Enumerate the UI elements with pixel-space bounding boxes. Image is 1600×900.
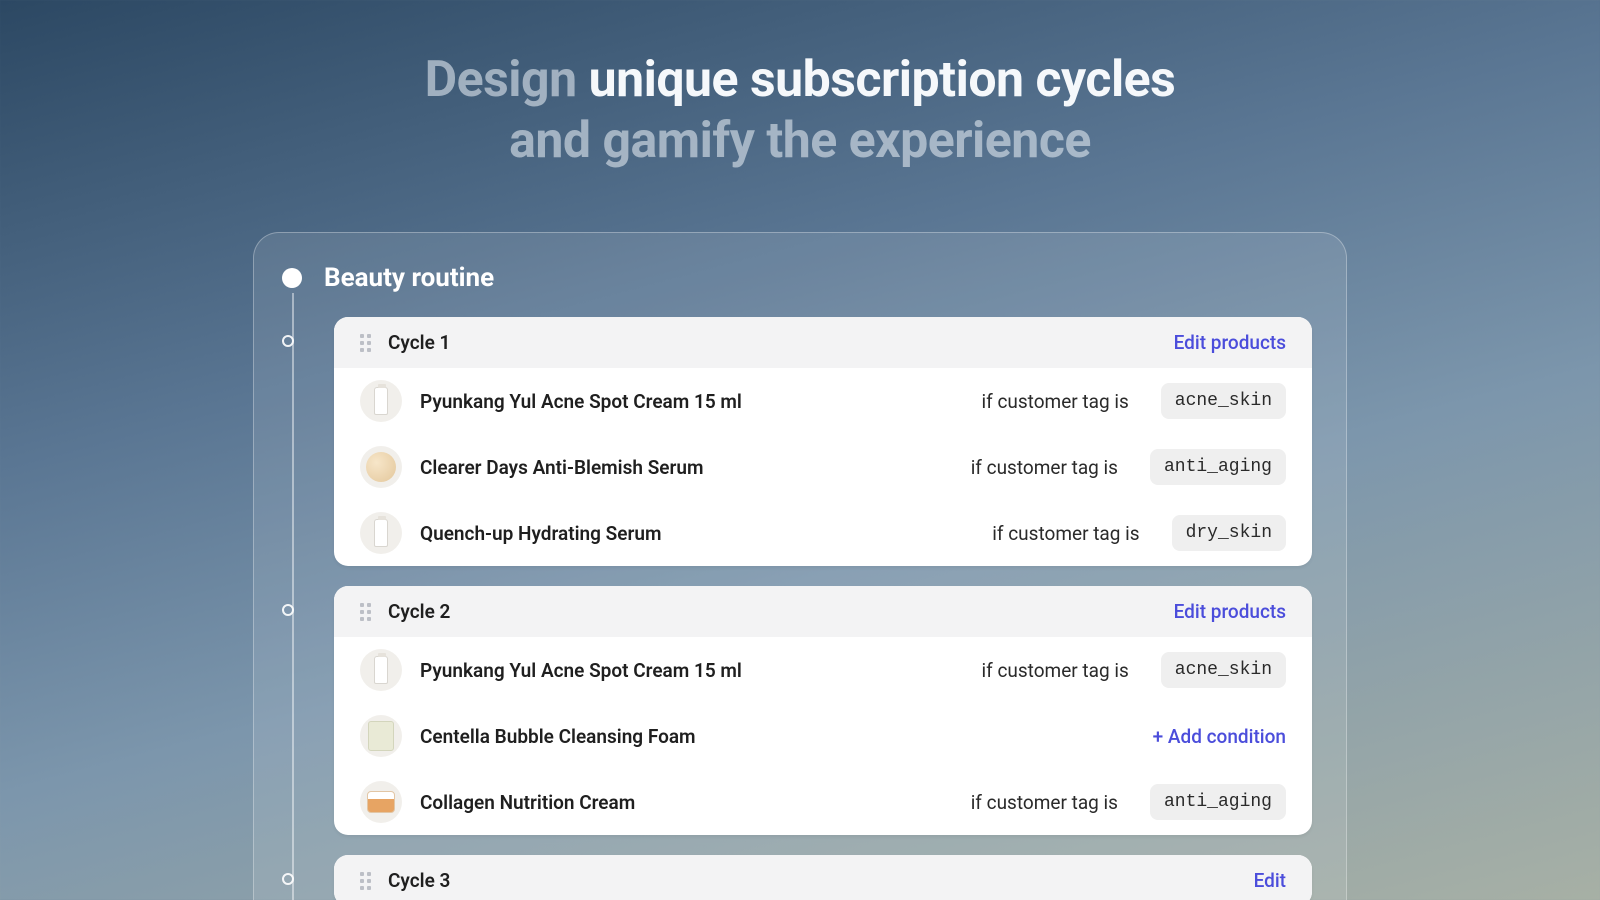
- customer-tag-chip: anti_aging: [1150, 449, 1286, 485]
- hero: Design unique subscription cycles and ga…: [0, 0, 1600, 202]
- product-thumbnail: [360, 715, 402, 757]
- cycle-card: Cycle 1 Edit products Pyunkang Yul Acne Sp…: [334, 317, 1312, 566]
- cycle-header: Cycle 1 Edit products: [334, 317, 1312, 368]
- timeline-line: [292, 293, 294, 900]
- condition-label: if customer tag is: [971, 456, 1118, 479]
- timeline-dot: [282, 604, 294, 616]
- product-thumbnail: [360, 512, 402, 554]
- condition-label: if customer tag is: [982, 390, 1129, 413]
- cycle: Cycle 3 Edit: [334, 855, 1312, 900]
- routine-title: Beauty routine: [324, 263, 494, 293]
- condition-label: if customer tag is: [982, 659, 1129, 682]
- cycle: Cycle 1 Edit products Pyunkang Yul Acne Sp…: [334, 317, 1312, 566]
- add-condition-link[interactable]: + Add condition: [1153, 725, 1286, 748]
- cycle-header: Cycle 3 Edit: [334, 855, 1312, 900]
- edit-products-link[interactable]: Edit: [1254, 869, 1286, 892]
- hero-title: Design unique subscription cycles and ga…: [0, 50, 1600, 172]
- hero-muted-1: Design: [425, 51, 577, 109]
- drag-handle-icon[interactable]: [360, 603, 374, 621]
- cycle-title: Cycle 1: [388, 331, 450, 354]
- product-row: Clearer Days Anti-Blemish Serum if custom…: [334, 434, 1312, 500]
- product-name: Centella Bubble Cleansing Foam: [420, 725, 696, 748]
- customer-tag-chip: anti_aging: [1150, 784, 1286, 820]
- product-thumbnail: [360, 781, 402, 823]
- product-name: Clearer Days Anti-Blemish Serum: [420, 456, 703, 479]
- cycle-title: Cycle 3: [388, 869, 450, 892]
- timeline-dot: [282, 873, 294, 885]
- product-name: Pyunkang Yul Acne Spot Cream 15 ml: [420, 390, 742, 413]
- product-thumbnail: [360, 446, 402, 488]
- customer-tag-chip: acne_skin: [1161, 383, 1286, 419]
- customer-tag-chip: acne_skin: [1161, 652, 1286, 688]
- product-row: Pyunkang Yul Acne Spot Cream 15 ml if cus…: [334, 368, 1312, 434]
- product-name: Collagen Nutrition Cream: [420, 791, 635, 814]
- drag-handle-icon[interactable]: [360, 334, 374, 352]
- edit-products-link[interactable]: Edit products: [1174, 600, 1286, 623]
- cycle-card: Cycle 2 Edit products Pyunkang Yul Acne Sp…: [334, 586, 1312, 835]
- condition-label: if customer tag is: [971, 791, 1118, 814]
- condition-label: if customer tag is: [992, 522, 1139, 545]
- product-row: Pyunkang Yul Acne Spot Cream 15 ml if cus…: [334, 637, 1312, 703]
- routine-panel: Beauty routine Cycle 1 Edit products Pyunk…: [253, 232, 1347, 900]
- product-row: Collagen Nutrition Cream if customer tag …: [334, 769, 1312, 835]
- drag-handle-icon[interactable]: [360, 872, 374, 890]
- cycle-header: Cycle 2 Edit products: [334, 586, 1312, 637]
- product-thumbnail: [360, 380, 402, 422]
- hero-muted-2: and gamify the experience: [509, 112, 1091, 170]
- product-row: Quench-up Hydrating Serum if customer tag…: [334, 500, 1312, 566]
- cycle-title: Cycle 2: [388, 600, 450, 623]
- routine-header: Beauty routine: [282, 263, 1312, 293]
- timeline-start-dot: [282, 268, 302, 288]
- product-thumbnail: [360, 649, 402, 691]
- edit-products-link[interactable]: Edit products: [1174, 331, 1286, 354]
- customer-tag-chip: dry_skin: [1172, 515, 1286, 551]
- cycle: Cycle 2 Edit products Pyunkang Yul Acne Sp…: [334, 586, 1312, 835]
- product-row: Centella Bubble Cleansing Foam + Add cond…: [334, 703, 1312, 769]
- hero-bright: unique subscription cycles: [589, 51, 1176, 109]
- product-name: Pyunkang Yul Acne Spot Cream 15 ml: [420, 659, 742, 682]
- product-name: Quench-up Hydrating Serum: [420, 522, 661, 545]
- timeline-dot: [282, 335, 294, 347]
- cycle-card: Cycle 3 Edit: [334, 855, 1312, 900]
